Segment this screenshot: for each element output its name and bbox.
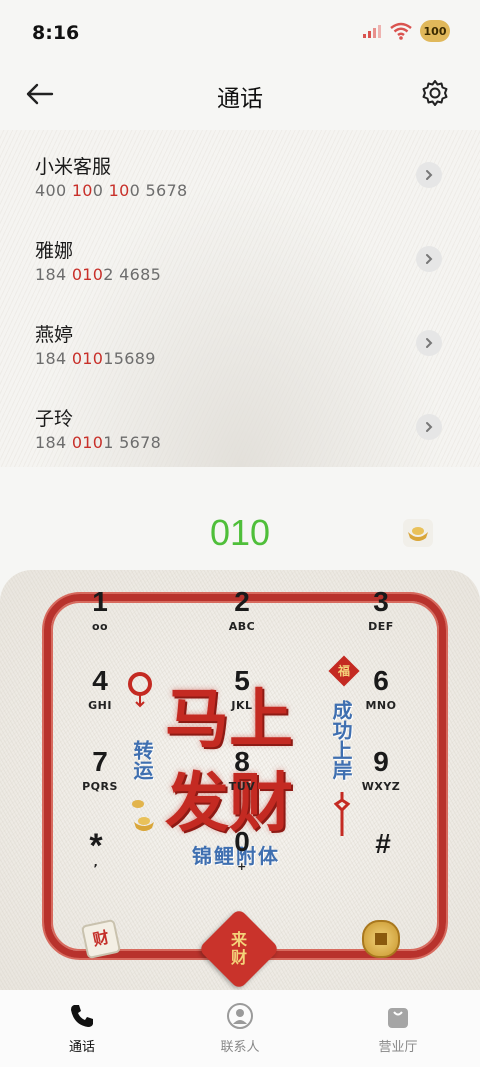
contact-number: 400 100 100 5678 [35,181,188,200]
bottom-nav: 通话 联系人 营业厅 [0,990,480,1067]
contact-number: 184 0101 5678 [35,433,162,452]
contact-detail-button[interactable] [416,414,442,440]
page-title: 通话 [217,86,263,112]
chevron-right-icon [426,170,433,180]
nav-tab-calls[interactable]: 通话 [22,1002,142,1055]
key-9[interactable]: 9 WXYZ [341,746,421,806]
call-button-label[interactable]: 来财 [210,922,268,976]
contact-name: 小米客服 [35,156,112,178]
key-8[interactable]: 8 TUV [202,746,282,806]
contact-detail-button[interactable] [416,330,442,356]
key-2[interactable]: 2 ABC [202,586,282,646]
person-icon [227,1003,253,1029]
battery-indicator: 100 [420,20,450,42]
gold-ingot-icon[interactable] [402,518,434,548]
key-5[interactable]: 5 JKL [202,665,282,725]
key-star[interactable]: *, [56,829,136,890]
phone-icon [71,1005,93,1027]
contact-detail-button[interactable] [416,162,442,188]
nav-label: 通话 [68,1040,95,1055]
contact-detail-button[interactable] [416,246,442,272]
key-6[interactable]: 6 MNO [341,665,421,725]
contact-row[interactable]: 燕婷 184 01015689 [0,298,480,382]
contact-row[interactable]: 雅娜 184 0102 4685 [0,214,480,298]
voicemail-icon: oo [91,620,109,633]
mahjong-tile-decoration: 财 [80,918,122,960]
nav-label: 营业厅 [378,1040,418,1055]
gear-icon[interactable] [420,78,450,108]
contact-name: 燕婷 [35,324,74,346]
key-7[interactable]: 7 PQRS [60,746,140,806]
status-icons: 100 [362,20,450,42]
header: 通话 [0,66,480,122]
key-hash[interactable]: # [343,828,423,888]
status-bar: 8:16 100 [0,0,480,66]
bag-icon [388,1008,408,1028]
nav-tab-service-hall[interactable]: 营业厅 [338,1002,458,1055]
contact-number: 184 0102 4685 [35,265,162,284]
key-4[interactable]: 4 GHI [60,665,140,725]
coin-icon [362,920,400,958]
key-3[interactable]: 3 DEF [341,586,421,646]
signal-icon [363,25,381,38]
nav-tab-contacts[interactable]: 联系人 [180,1002,300,1055]
key-1[interactable]: 1 oo [60,586,140,646]
key-0[interactable]: 0 + [202,826,282,886]
contact-number: 184 01015689 [35,349,156,368]
contact-name: 雅娜 [35,240,74,262]
contact-row[interactable]: 子玲 184 0101 5678 [0,382,480,466]
contact-name: 子玲 [35,408,74,430]
chevron-right-icon [426,422,433,432]
contact-row[interactable]: 小米客服 400 100 100 5678 [0,130,480,214]
wifi-icon [390,22,412,40]
status-time: 8:16 [32,22,80,44]
nav-label: 联系人 [220,1040,260,1055]
contact-suggestion-list: 小米客服 400 100 100 5678 雅娜 184 0102 4685 燕… [0,130,480,467]
chevron-right-icon [426,338,433,348]
chevron-right-icon [426,254,433,264]
